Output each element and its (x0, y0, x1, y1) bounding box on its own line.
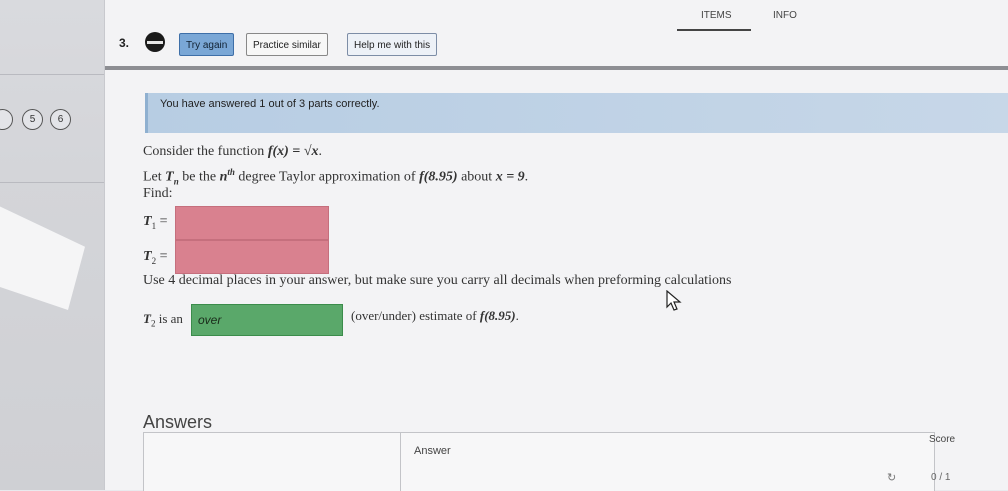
t1-answer-field[interactable] (175, 206, 329, 240)
estimate-suffix: (over/under) estimate of f(8.95). (351, 308, 519, 323)
problem-line-2: Let Tn be the nth degree Taylor approxim… (143, 167, 529, 187)
left-strip: 5 6 (0, 0, 104, 490)
practice-similar-button[interactable]: Practice similar (246, 33, 328, 56)
refresh-icon[interactable]: ↻ (887, 471, 896, 484)
find-label: Find: (143, 186, 173, 201)
divider (0, 74, 104, 75)
tab-info[interactable]: INFO (773, 10, 797, 21)
instruction-text: Use 4 decimal places in your answer, but… (143, 273, 732, 288)
status-icon (145, 32, 165, 52)
t1-label: T1 = (143, 214, 168, 231)
answer-column-header: Answer (414, 445, 451, 457)
t2-answer-field[interactable] (175, 240, 329, 274)
try-again-button[interactable]: Try again (179, 33, 235, 56)
t2-label: T2 = (143, 249, 168, 266)
banner-text: You have answered 1 out of 3 parts corre… (160, 98, 380, 110)
page-number-partial[interactable] (0, 109, 13, 130)
help-button[interactable]: Help me with this (347, 33, 438, 56)
score-value: 0 / 1 (931, 472, 951, 483)
page-number-5[interactable]: 5 (22, 109, 43, 130)
divider (0, 182, 104, 183)
over-under-value: over (198, 313, 222, 327)
active-tab-indicator (677, 29, 751, 31)
answers-heading: Answers (143, 412, 213, 432)
problem-line-1: Consider the function f(x) = √x. (143, 144, 322, 159)
score-column-header: Score (929, 434, 956, 445)
over-under-field[interactable]: over (191, 304, 343, 336)
question-number: 3. (119, 36, 130, 50)
tab-items[interactable]: ITEMS (701, 10, 732, 21)
screen-glare (0, 206, 85, 310)
progress-banner: You have answered 1 out of 3 parts corre… (145, 93, 1008, 133)
answers-table: Answer (143, 432, 935, 491)
estimate-prefix: T2 is an (143, 311, 183, 329)
page-number-6[interactable]: 6 (50, 109, 71, 130)
table-divider (400, 433, 401, 491)
divider (105, 66, 1008, 70)
question-panel: ITEMS INFO 3. Try again Practice similar… (104, 0, 1008, 491)
mouse-cursor-icon (666, 290, 682, 311)
